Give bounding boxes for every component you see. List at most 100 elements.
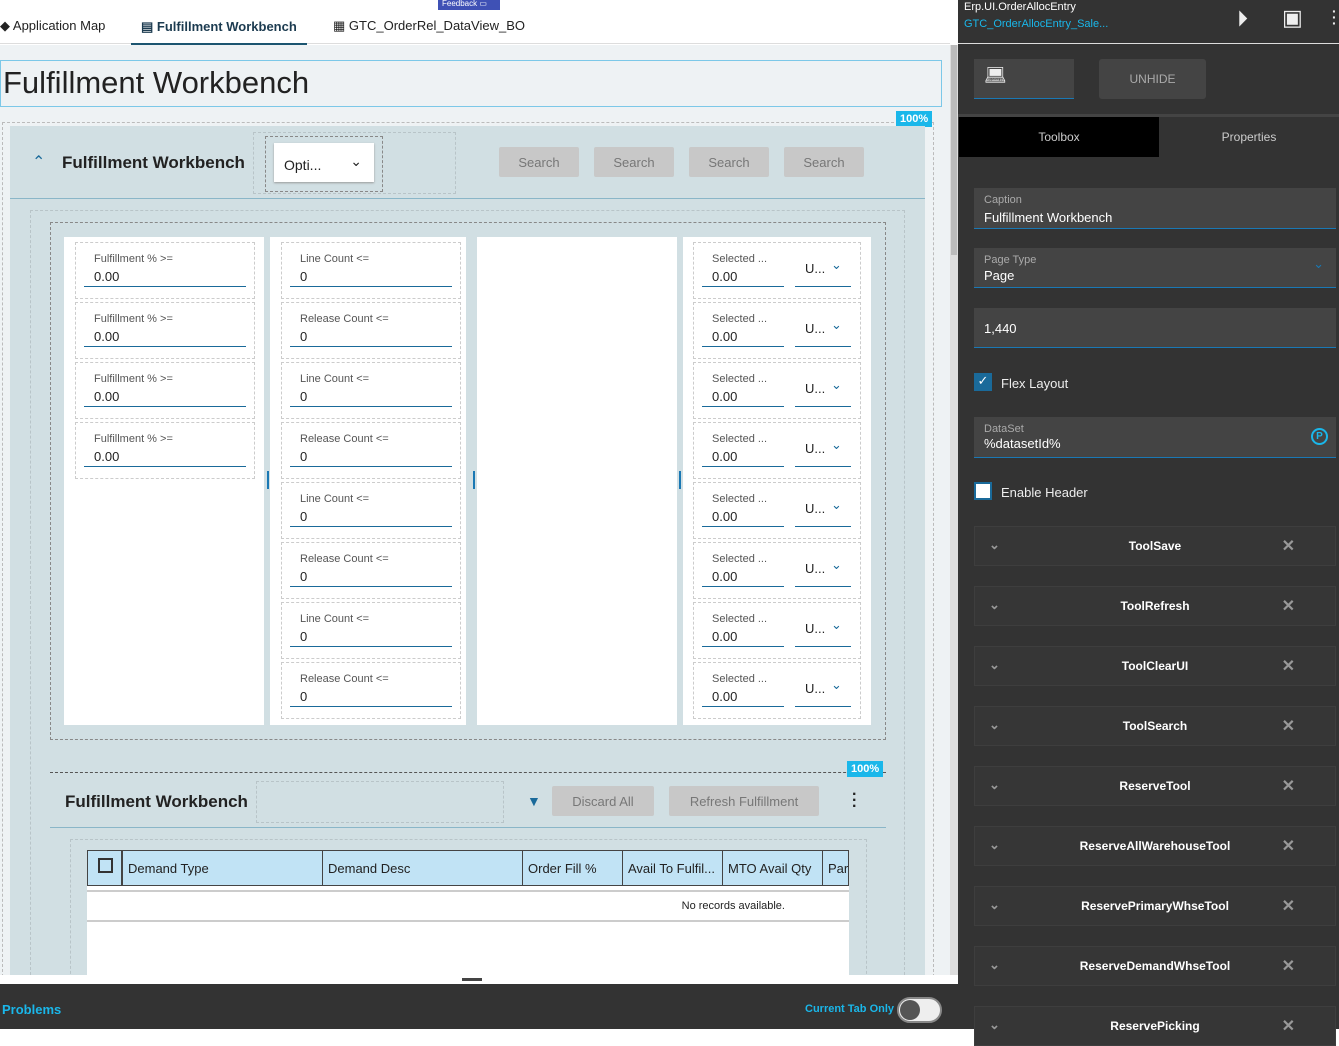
filter-field[interactable]: Fulfillment % >= 0.00 xyxy=(75,302,255,359)
unit-dropdown[interactable]: U... ⌄ xyxy=(805,257,842,276)
column-header-demand-type[interactable]: Demand Type xyxy=(122,850,323,886)
filter-field[interactable]: Fulfillment % >= 0.00 xyxy=(75,242,255,299)
column-header-order-fill[interactable]: Order Fill % xyxy=(522,850,623,886)
close-icon[interactable]: ✕ xyxy=(1282,716,1295,736)
field-value[interactable]: 0.00 xyxy=(94,389,119,404)
collapse-chevron-icon[interactable]: ⌃ xyxy=(32,152,45,172)
filter-field[interactable]: Release Count <= 0 xyxy=(281,542,461,599)
unit-dropdown[interactable]: U... ⌄ xyxy=(805,557,842,576)
unit-dropdown[interactable]: U... ⌄ xyxy=(805,377,842,396)
page-title[interactable]: Fulfillment Workbench xyxy=(0,60,942,107)
device-laptop-selector[interactable]: 💻︎ xyxy=(974,59,1074,99)
filter-field[interactable]: Fulfillment % >= 0.00 xyxy=(75,422,255,479)
close-icon[interactable]: ✕ xyxy=(1282,1016,1295,1036)
search-button-2[interactable]: Search xyxy=(594,147,674,177)
search-button-1[interactable]: Search xyxy=(499,147,579,177)
unit-dropdown[interactable]: U... ⌄ xyxy=(805,617,842,636)
field-value[interactable]: 0.00 xyxy=(94,269,119,284)
filter-field[interactable]: Line Count <= 0 xyxy=(281,602,461,659)
close-icon[interactable]: ✕ xyxy=(1282,596,1295,616)
unit-dropdown[interactable]: U... ⌄ xyxy=(805,437,842,456)
resize-handle[interactable] xyxy=(473,471,475,489)
splitter[interactable] xyxy=(0,975,958,984)
column-header-par[interactable]: Par xyxy=(822,850,849,886)
resize-handle[interactable] xyxy=(267,471,269,489)
field-value[interactable]: 0 xyxy=(300,569,307,584)
filter-field[interactable]: Line Count <= 0 xyxy=(281,242,461,299)
tab-properties[interactable]: Properties xyxy=(1159,117,1339,157)
close-icon[interactable]: ✕ xyxy=(1282,776,1295,796)
page-type-select[interactable]: Page Type Page ⌄ xyxy=(974,248,1336,288)
field-value[interactable]: 0.00 xyxy=(712,329,737,344)
tool-item[interactable]: ⌄ ToolClearUI ✕ xyxy=(974,646,1336,686)
field-value[interactable]: 0 xyxy=(300,629,307,644)
field-value[interactable]: 0 xyxy=(300,689,307,704)
layer-name[interactable]: GTC_OrderAllocEntry_Sale... xyxy=(964,18,1108,30)
dataset-field[interactable]: DataSet %datasetId% P xyxy=(974,417,1336,458)
close-icon[interactable]: ✕ xyxy=(1282,836,1295,856)
field-value[interactable]: 0 xyxy=(300,389,307,404)
canvas-scrollbar[interactable] xyxy=(950,45,958,975)
problems-tab[interactable]: Problems xyxy=(2,1002,61,1017)
parameter-icon[interactable]: P xyxy=(1311,428,1328,445)
tool-item[interactable]: ⌄ ReserveTool ✕ xyxy=(974,766,1336,806)
column-header-demand-desc[interactable]: Demand Desc xyxy=(322,850,523,886)
tool-item[interactable]: ⌄ ReserveAllWarehouseTool ✕ xyxy=(974,826,1336,866)
tab-fulfillment-workbench[interactable]: ▤ Fulfillment Workbench xyxy=(131,19,307,46)
field-value[interactable]: 0.00 xyxy=(712,389,737,404)
resize-handle[interactable] xyxy=(679,471,681,489)
select-all-checkbox[interactable] xyxy=(98,858,113,873)
feedback-button[interactable]: Feedback ▭ xyxy=(438,0,500,10)
field-value[interactable]: 0 xyxy=(300,329,307,344)
filter-field[interactable]: Release Count <= 0 xyxy=(281,662,461,719)
tool-item[interactable]: ⌄ ToolSave ✕ xyxy=(974,526,1336,566)
unit-dropdown[interactable]: U... ⌄ xyxy=(805,317,842,336)
unit-dropdown[interactable]: U... ⌄ xyxy=(805,497,842,516)
filter-field[interactable]: Line Count <= 0 xyxy=(281,482,461,539)
field-value[interactable]: 0.00 xyxy=(712,689,737,704)
close-icon[interactable]: ✕ xyxy=(1282,536,1295,556)
field-value[interactable]: 0.00 xyxy=(94,449,119,464)
tab-toolbox[interactable]: Toolbox xyxy=(959,117,1159,157)
search-button-3[interactable]: Search xyxy=(689,147,769,177)
filter-icon[interactable]: ▼ xyxy=(527,793,541,809)
caption-field[interactable]: Caption Fulfillment Workbench xyxy=(974,188,1336,229)
column-header-mto-avail-qty[interactable]: MTO Avail Qty xyxy=(722,850,823,886)
field-value[interactable]: 0 xyxy=(300,509,307,524)
close-icon[interactable]: ✕ xyxy=(1282,896,1295,916)
field-value[interactable]: 0.00 xyxy=(712,509,737,524)
close-icon[interactable]: ✕ xyxy=(1282,956,1295,976)
discard-all-button[interactable]: Discard All xyxy=(552,786,654,816)
field-value[interactable]: 0.00 xyxy=(712,269,737,284)
more-icon[interactable]: · · · xyxy=(1332,4,1337,30)
column-header-avail-to-fulfill[interactable]: Avail To Fulfil... xyxy=(622,850,723,886)
field-value[interactable]: 0.00 xyxy=(712,629,737,644)
play-icon[interactable]: ⏵ xyxy=(1237,6,1248,32)
field-value[interactable]: 0.00 xyxy=(712,449,737,464)
enable-header-checkbox[interactable] xyxy=(974,482,992,500)
tool-item[interactable]: ⌄ ReservePrimaryWhseTool ✕ xyxy=(974,886,1336,926)
field-value[interactable]: 0.00 xyxy=(712,569,737,584)
tool-item[interactable]: ⌄ ToolRefresh ✕ xyxy=(974,586,1336,626)
select-all-checkbox-cell[interactable] xyxy=(87,850,122,886)
filter-field[interactable]: Fulfillment % >= 0.00 xyxy=(75,362,255,419)
refresh-fulfillment-button[interactable]: Refresh Fulfillment xyxy=(669,786,819,816)
more-options-icon[interactable]: · · · xyxy=(852,787,857,815)
close-icon[interactable]: ✕ xyxy=(1282,656,1295,676)
tab-application-map[interactable]: ◆ Application Map xyxy=(0,18,105,34)
save-icon[interactable]: ▣ xyxy=(1282,5,1303,31)
filter-field[interactable]: Release Count <= 0 xyxy=(281,302,461,359)
tool-item[interactable]: ⌄ ReserveDemandWhseTool ✕ xyxy=(974,946,1336,986)
filter-field[interactable]: Line Count <= 0 xyxy=(281,362,461,419)
filter-field[interactable]: Release Count <= 0 xyxy=(281,422,461,479)
flex-layout-checkbox[interactable]: ✓ xyxy=(974,373,992,391)
tool-item[interactable]: ⌄ ToolSearch ✕ xyxy=(974,706,1336,746)
search-button-4[interactable]: Search xyxy=(784,147,864,177)
unhide-button[interactable]: UNHIDE xyxy=(1099,59,1206,99)
tool-item[interactable]: ⌄ ReservePicking ✕ xyxy=(974,1006,1336,1046)
field-value[interactable]: 0.00 xyxy=(94,329,119,344)
options-dropdown[interactable]: Opti... ⌄ xyxy=(274,143,374,182)
unit-dropdown[interactable]: U... ⌄ xyxy=(805,677,842,696)
tab-dataview[interactable]: ▦ GTC_OrderRel_DataView_BO xyxy=(333,18,525,34)
field-value[interactable]: 0 xyxy=(300,269,307,284)
